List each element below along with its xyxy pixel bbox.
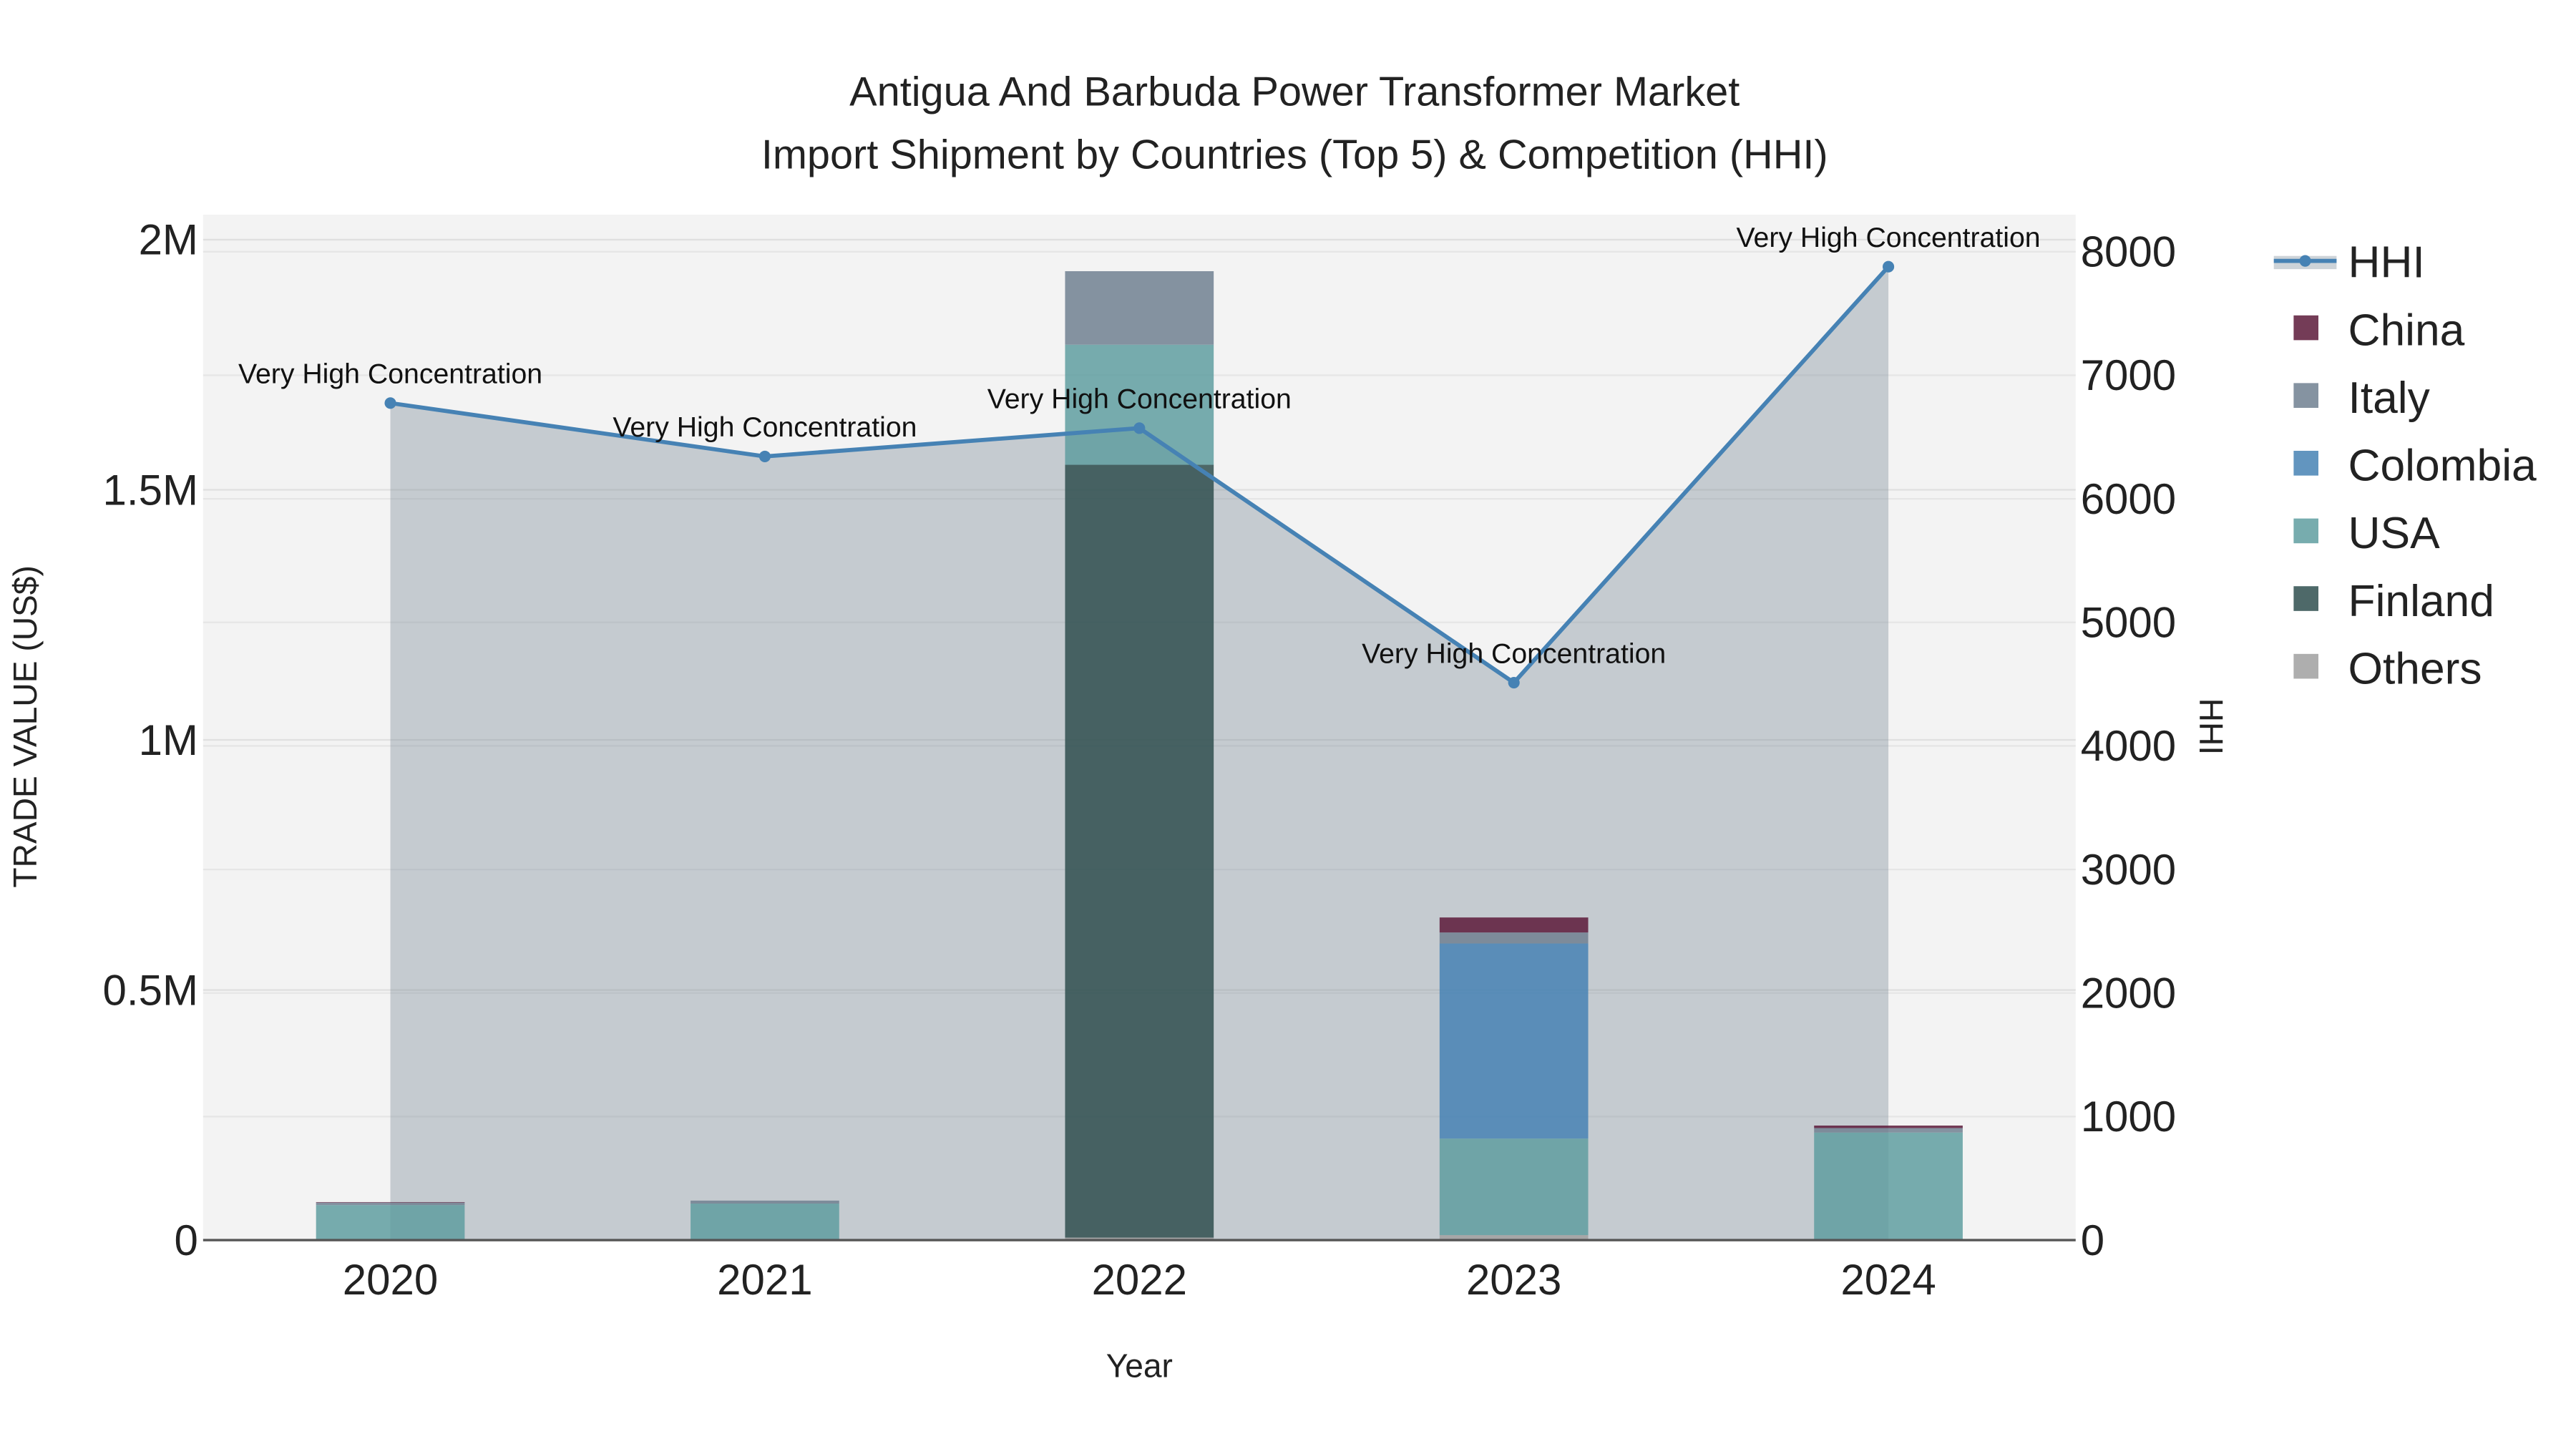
hhi-annotation: Very High Concentration bbox=[613, 411, 917, 443]
hhi-annotation: Very High Concentration bbox=[987, 384, 1292, 415]
y-tick-label: 1M bbox=[139, 716, 198, 764]
y2-tick-label: 0 bbox=[2081, 1216, 2104, 1264]
legend-swatch-china bbox=[2293, 315, 2318, 341]
chart-title: Antigua And Barbuda Power Transformer Ma… bbox=[849, 69, 1740, 115]
legend-label: Finland bbox=[2348, 577, 2494, 626]
bar-usa-2024 bbox=[1814, 1132, 1963, 1241]
legend-label: Colombia bbox=[2348, 441, 2537, 491]
y2-tick-label: 3000 bbox=[2081, 846, 2176, 894]
bar-china-2020 bbox=[316, 1201, 465, 1203]
bar-china-2024 bbox=[1814, 1125, 1963, 1128]
legend-hhi-marker bbox=[2299, 255, 2311, 267]
y2-tick-label: 6000 bbox=[2081, 475, 2176, 523]
bar-usa-2021 bbox=[691, 1204, 839, 1240]
hhi-point bbox=[1883, 260, 1895, 273]
y-tick-label: 0.5M bbox=[103, 966, 198, 1014]
bar-italy-2021 bbox=[691, 1200, 839, 1204]
y2-tick-label: 4000 bbox=[2081, 722, 2176, 770]
bar-italy-2022 bbox=[1065, 270, 1214, 345]
legend-label: China bbox=[2348, 306, 2465, 355]
y-axis-title: TRADE VALUE (US$) bbox=[6, 565, 44, 887]
bar-finland-2022 bbox=[1065, 464, 1214, 1238]
y-tick-label: 2M bbox=[139, 216, 198, 264]
legend-swatch-finland bbox=[2293, 586, 2318, 611]
y2-tick-label: 7000 bbox=[2081, 351, 2176, 399]
legend-swatch-others bbox=[2293, 653, 2318, 679]
bar-usa-2023 bbox=[1439, 1138, 1589, 1236]
x-tick-label: 2023 bbox=[1466, 1256, 1561, 1304]
legend-label: HHI bbox=[2348, 238, 2425, 288]
y2-tick-label: 5000 bbox=[2081, 599, 2176, 647]
x-tick-label: 2020 bbox=[343, 1256, 438, 1304]
legend-label: Italy bbox=[2348, 374, 2431, 423]
x-tick-label: 2021 bbox=[717, 1256, 812, 1304]
y2-tick-label: 2000 bbox=[2081, 970, 2176, 1018]
legend-swatch-colombia bbox=[2293, 451, 2318, 476]
y2-tick-label: 1000 bbox=[2081, 1093, 2176, 1141]
y2-axis-title: HHI bbox=[2192, 698, 2230, 755]
legend-swatch-usa bbox=[2293, 518, 2318, 544]
bar-china-2023 bbox=[1439, 917, 1589, 933]
legend-swatch-italy bbox=[2293, 383, 2318, 408]
bar-italy-2024 bbox=[1814, 1128, 1963, 1133]
bar-italy-2023 bbox=[1439, 932, 1589, 944]
x-tick-label: 2024 bbox=[1840, 1256, 1936, 1304]
chart-subtitle: Import Shipment by Countries (Top 5) & C… bbox=[761, 132, 1828, 177]
x-tick-label: 2022 bbox=[1092, 1256, 1187, 1304]
hhi-annotation: Very High Concentration bbox=[1362, 638, 1666, 669]
legend-label: USA bbox=[2348, 509, 2441, 558]
hhi-point bbox=[758, 450, 771, 462]
y2-tick-label: 8000 bbox=[2081, 228, 2176, 276]
bar-usa-2020 bbox=[316, 1205, 465, 1241]
chart: Very High Concentration Very High Concent… bbox=[6, 69, 2537, 1385]
hhi-annotation: Very High Concentration bbox=[1737, 222, 2041, 253]
y-tick-label: 1.5M bbox=[103, 466, 198, 514]
y-tick-label: 0 bbox=[175, 1216, 198, 1264]
hhi-point bbox=[1133, 422, 1146, 434]
hhi-point bbox=[1508, 676, 1520, 689]
bar-italy-2020 bbox=[316, 1202, 465, 1206]
x-axis-title: Year bbox=[1106, 1347, 1173, 1385]
hhi-point bbox=[384, 397, 396, 409]
bar-colombia-2023 bbox=[1439, 943, 1589, 1139]
hhi-annotation: Very High Concentration bbox=[238, 358, 542, 390]
legend-label: Others bbox=[2348, 644, 2482, 693]
